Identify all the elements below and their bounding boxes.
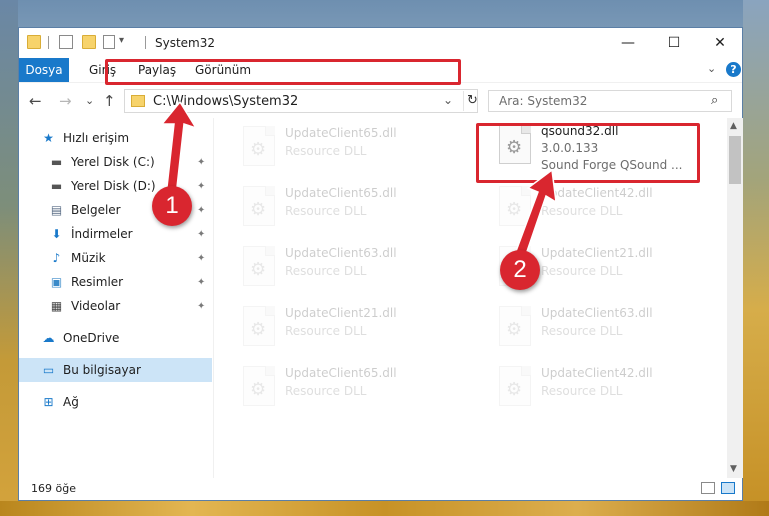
step-1-badge: 1 — [152, 186, 192, 226]
annotation-arrows — [160, 100, 557, 267]
step-2-badge: 2 — [500, 250, 540, 290]
arrow-1 — [160, 100, 198, 197]
